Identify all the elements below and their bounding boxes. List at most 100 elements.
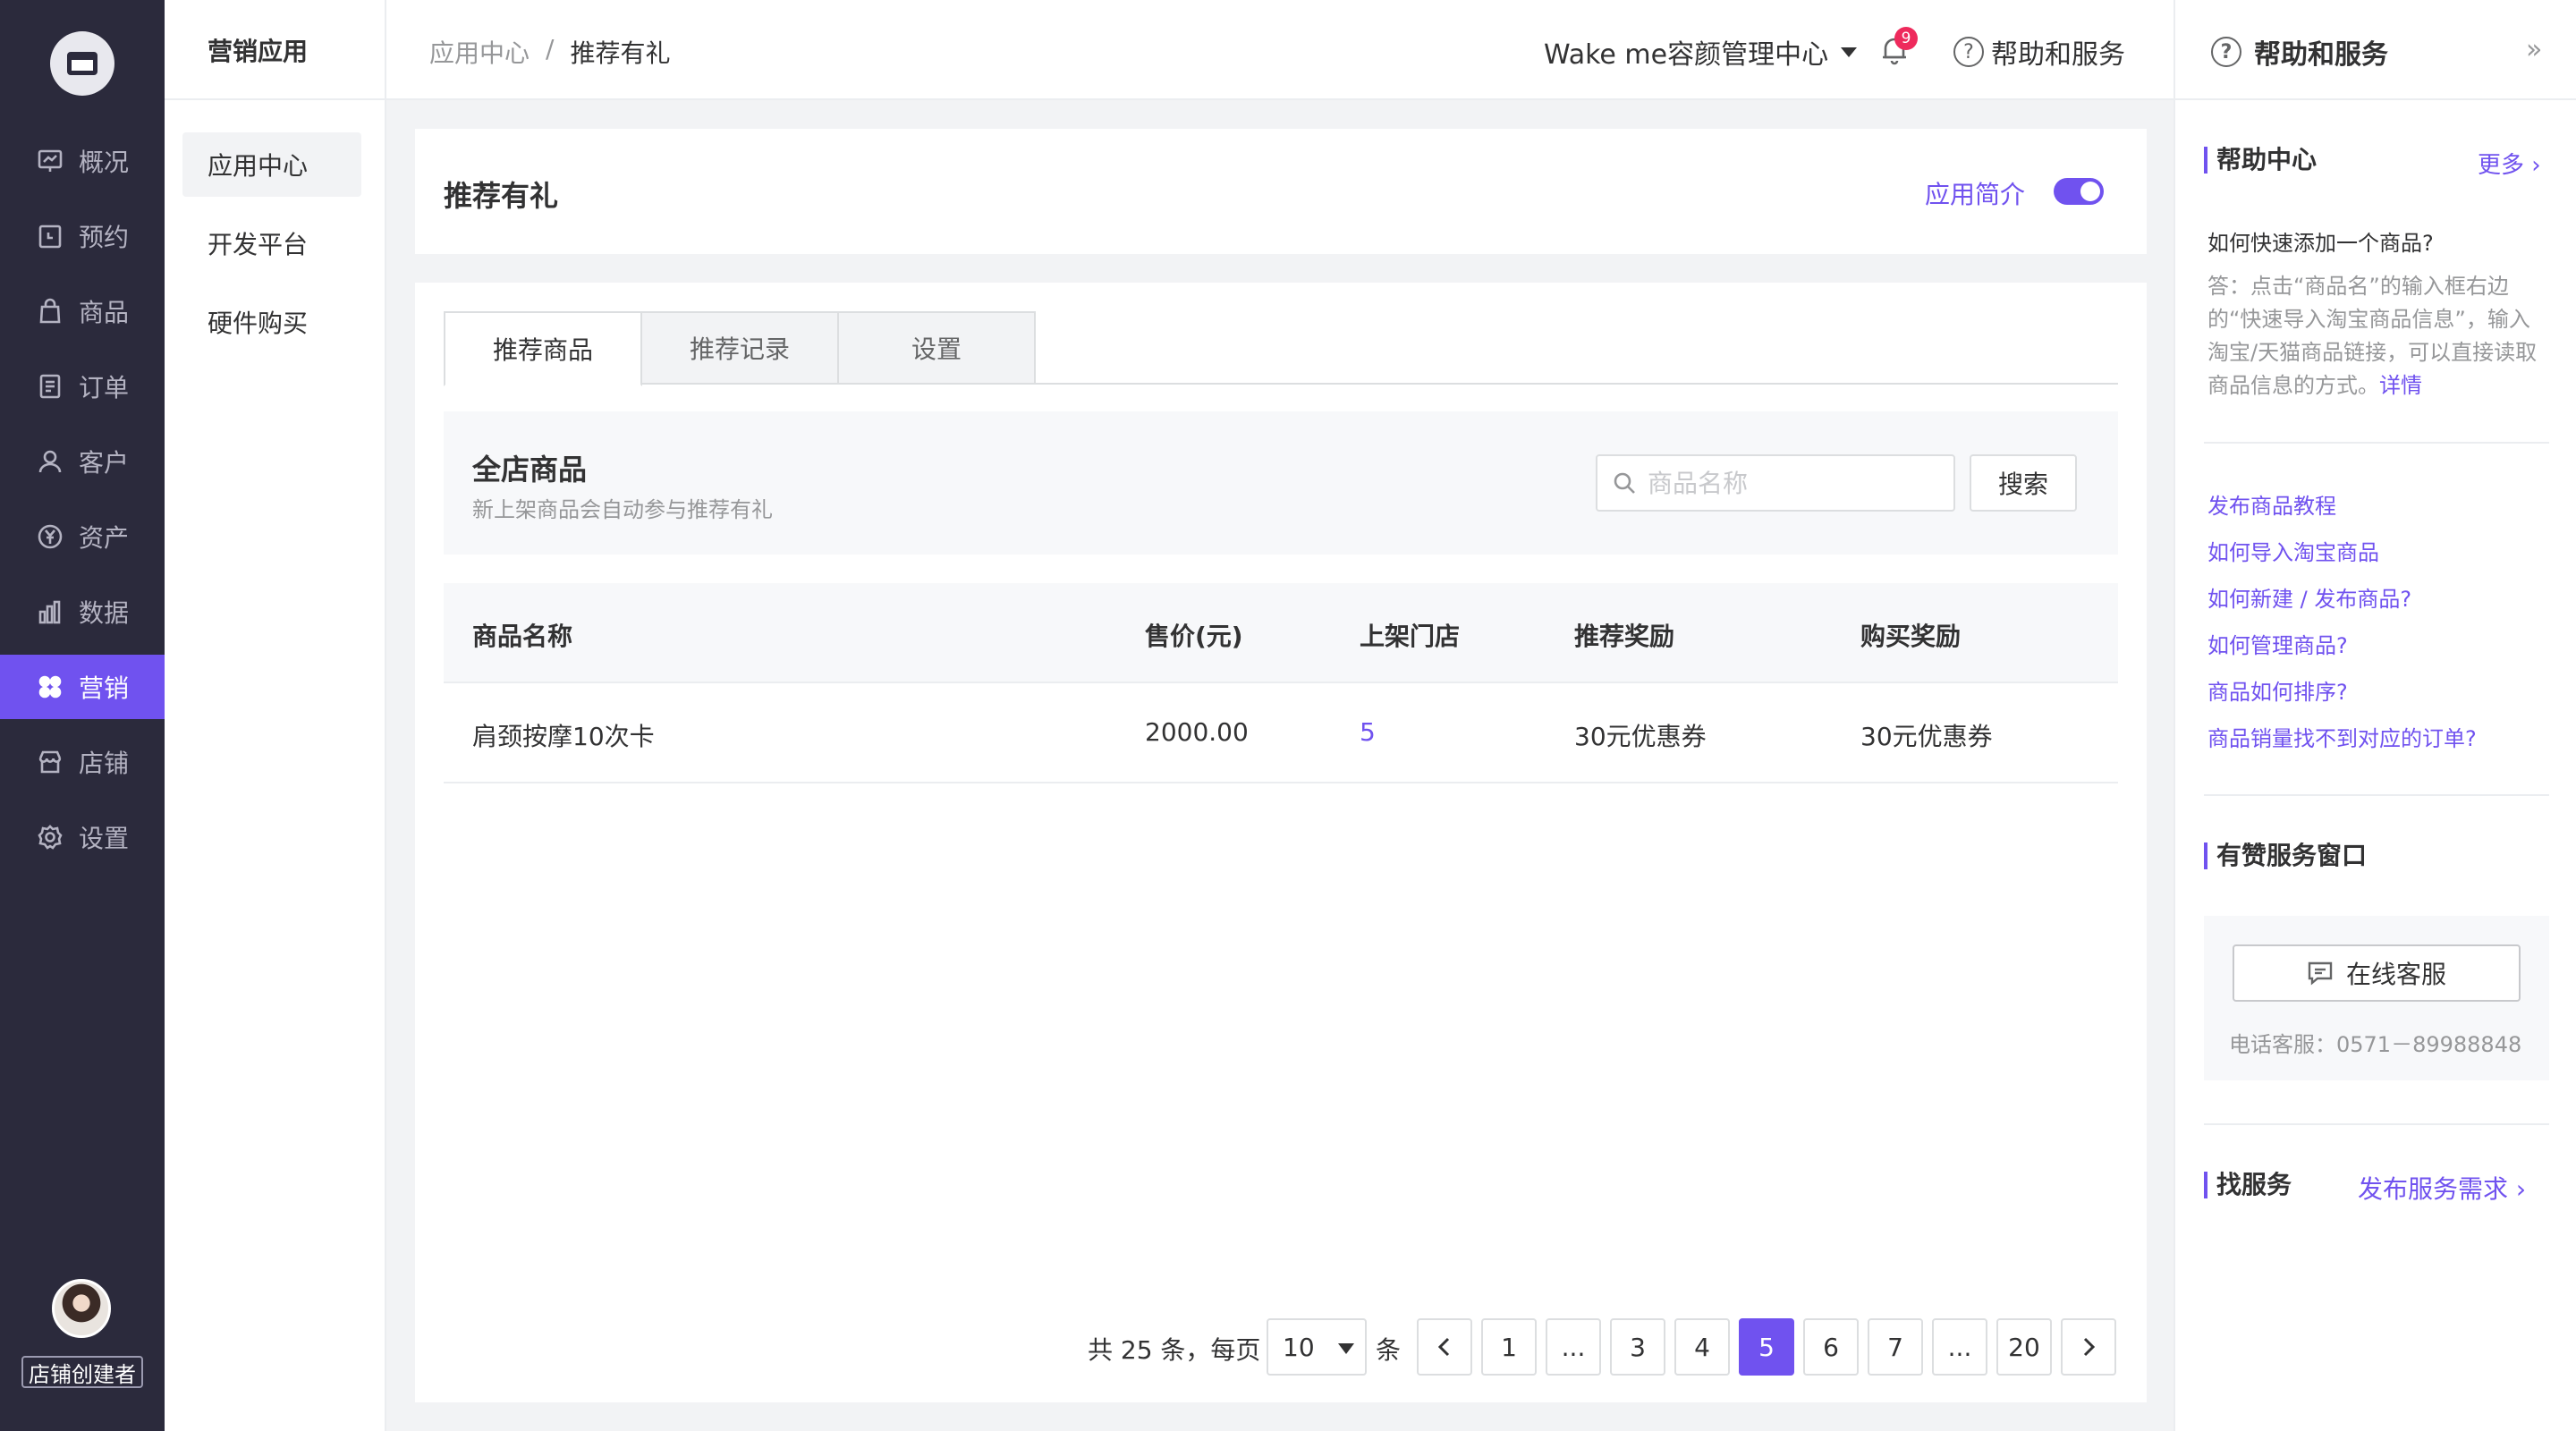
cell-referral-reward: 30元优惠券 xyxy=(1574,722,1707,751)
cell-product-name: 肩颈按摩10次卡 xyxy=(472,722,655,751)
more-link[interactable]: 更多 › xyxy=(2478,147,2541,180)
post-service-request-link[interactable]: 发布服务需求 › xyxy=(2358,1170,2526,1206)
column-header: 推荐奖励 xyxy=(1574,622,1675,651)
nav-item-reservation[interactable]: 预约 xyxy=(0,204,165,268)
shop-switcher[interactable]: Wake me容颜管理中心 xyxy=(1544,32,1858,72)
intro-toggle[interactable] xyxy=(2054,178,2104,205)
page-title: 推荐有礼 xyxy=(444,179,559,213)
shop-logo[interactable] xyxy=(50,31,114,96)
help-link[interactable]: 商品销量找不到对应的订单? xyxy=(2207,721,2477,752)
page-button[interactable]: 20 xyxy=(1996,1318,2052,1376)
page-button[interactable]: 4 xyxy=(1674,1318,1730,1376)
divider xyxy=(165,98,386,100)
help-link[interactable]: 如何管理商品? xyxy=(2207,628,2348,659)
search-input[interactable] xyxy=(1648,468,1934,498)
faq-question: 如何快速添加一个商品? xyxy=(2207,231,2434,256)
page-ellipsis[interactable]: ... xyxy=(1932,1318,1987,1376)
filter-panel: 全店商品 新上架商品会自动参与推荐有礼 搜索 xyxy=(444,411,2118,555)
service-window-title: 有赞服务窗口 xyxy=(2204,843,2367,869)
divider xyxy=(2204,1123,2549,1125)
nav-item-overview[interactable]: 概况 xyxy=(0,129,165,193)
page-button[interactable]: 1 xyxy=(1481,1318,1537,1376)
nav-item-label: 客户 xyxy=(79,448,130,478)
pagination: 共 25 条，每页 10 条 1 ... 3 4 5 6 7 ... 20 xyxy=(415,1318,2147,1376)
help-link[interactable]: 如何新建 / 发布商品? xyxy=(2207,581,2411,613)
tab-recommended-products[interactable]: 推荐商品 xyxy=(444,311,642,386)
page-button-current[interactable]: 5 xyxy=(1739,1318,1794,1376)
help-label: 帮助和服务 xyxy=(1991,39,2125,71)
help-panel-header: ? 帮助和服务 xyxy=(2211,32,2388,72)
next-page-button[interactable] xyxy=(2061,1318,2116,1376)
page-size-value: 10 xyxy=(1283,1332,1315,1362)
nav-item-label: 数据 xyxy=(79,598,130,628)
question-icon: ? xyxy=(2211,37,2241,67)
help-center-title: 帮助中心 xyxy=(2204,147,2317,174)
column-header: 售价(元) xyxy=(1145,622,1243,651)
pagination-total: 共 25 条，每页 xyxy=(1088,1335,1261,1365)
chat-icon xyxy=(2308,961,2333,986)
nav-item-assets[interactable]: 资产 xyxy=(0,504,165,569)
nav-item-products[interactable]: 商品 xyxy=(0,279,165,343)
help-service-link[interactable]: ? 帮助和服务 xyxy=(1953,32,2125,72)
nav-item-settings[interactable]: 设置 xyxy=(0,805,165,869)
question-icon: ? xyxy=(1953,37,1984,67)
nav-item-label: 商品 xyxy=(79,298,130,327)
marketing-icon xyxy=(38,675,62,699)
order-icon xyxy=(39,374,61,399)
nav-item-data[interactable]: 数据 xyxy=(0,580,165,644)
help-link[interactable]: 如何导入淘宝商品 xyxy=(2207,535,2379,566)
table-row: 肩颈按摩10次卡 2000.00 5 30元优惠券 30元优惠券 xyxy=(444,683,2118,783)
help-link[interactable]: 商品如何排序? xyxy=(2207,674,2348,706)
search-box xyxy=(1596,454,1955,512)
prev-page-button[interactable] xyxy=(1417,1318,1472,1376)
page-size-select[interactable]: 10 xyxy=(1267,1318,1367,1376)
nav-item-store[interactable]: 店铺 xyxy=(0,730,165,794)
avatar[interactable] xyxy=(52,1279,111,1338)
faq-detail-link[interactable]: 详情 xyxy=(2379,373,2422,398)
cell-stores-link[interactable]: 5 xyxy=(1360,717,1376,747)
nav-item-label: 概况 xyxy=(79,148,130,177)
nav-item-label: 订单 xyxy=(79,373,130,402)
nav-item-label: 营销 xyxy=(79,673,130,703)
online-service-button[interactable]: 在线客服 xyxy=(2233,944,2521,1002)
divider xyxy=(2204,794,2549,796)
subnav-item-app-center[interactable]: 应用中心 xyxy=(182,132,361,197)
collapse-panel-icon[interactable]: » xyxy=(2526,34,2542,65)
secondary-sidebar: 营销应用 应用中心 开发平台 硬件购买 xyxy=(165,0,386,1431)
yuan-icon xyxy=(38,524,63,549)
more-label: 更多 xyxy=(2478,152,2525,179)
breadcrumb-separator: / xyxy=(546,34,555,64)
tab-settings[interactable]: 设置 xyxy=(837,311,1036,385)
tab-recommend-records[interactable]: 推荐记录 xyxy=(640,311,839,385)
service-box: 在线客服 电话客服：0571－89988848 xyxy=(2204,916,2549,1080)
gear-icon xyxy=(38,825,63,850)
subnav-item-dev-platform[interactable]: 开发平台 xyxy=(182,211,361,275)
breadcrumb-link[interactable]: 应用中心 xyxy=(429,34,530,70)
help-link[interactable]: 发布商品教程 xyxy=(2207,488,2336,520)
page-button[interactable]: 6 xyxy=(1803,1318,1859,1376)
search-button[interactable]: 搜索 xyxy=(1970,454,2077,512)
page-ellipsis[interactable]: ... xyxy=(1546,1318,1601,1376)
breadcrumb-current: 推荐有礼 xyxy=(570,38,671,68)
nav-item-orders[interactable]: 订单 xyxy=(0,354,165,419)
column-header: 购买奖励 xyxy=(1860,622,1962,651)
role-badge: 店铺创建者 xyxy=(21,1356,143,1388)
online-service-label: 在线客服 xyxy=(2345,960,2446,989)
notification-button[interactable]: 9 xyxy=(1877,27,1918,68)
page-button[interactable]: 3 xyxy=(1610,1318,1665,1376)
search-icon xyxy=(1614,472,1635,494)
filter-title: 全店商品 xyxy=(472,453,588,487)
app-intro-link[interactable]: 应用简介 xyxy=(1925,175,2025,211)
nav-item-label: 店铺 xyxy=(79,749,130,778)
main-sidebar: 概况 预约 商品 订单 客户 资产 数据 营销 店铺 设置 店铺创建者 xyxy=(0,0,165,1431)
chevron-right-icon: › xyxy=(2531,152,2541,179)
nav-item-label: 资产 xyxy=(79,523,130,553)
pagination-unit: 条 xyxy=(1376,1335,1402,1365)
nav-item-customers[interactable]: 客户 xyxy=(0,429,165,494)
nav-item-marketing[interactable]: 营销 xyxy=(0,655,165,719)
page-button[interactable]: 7 xyxy=(1868,1318,1923,1376)
cell-price: 2000.00 xyxy=(1145,717,1249,747)
shop-name: Wake me容颜管理中心 xyxy=(1544,39,1829,71)
cell-purchase-reward: 30元优惠券 xyxy=(1860,722,1993,751)
subnav-item-hardware[interactable]: 硬件购买 xyxy=(182,290,361,354)
